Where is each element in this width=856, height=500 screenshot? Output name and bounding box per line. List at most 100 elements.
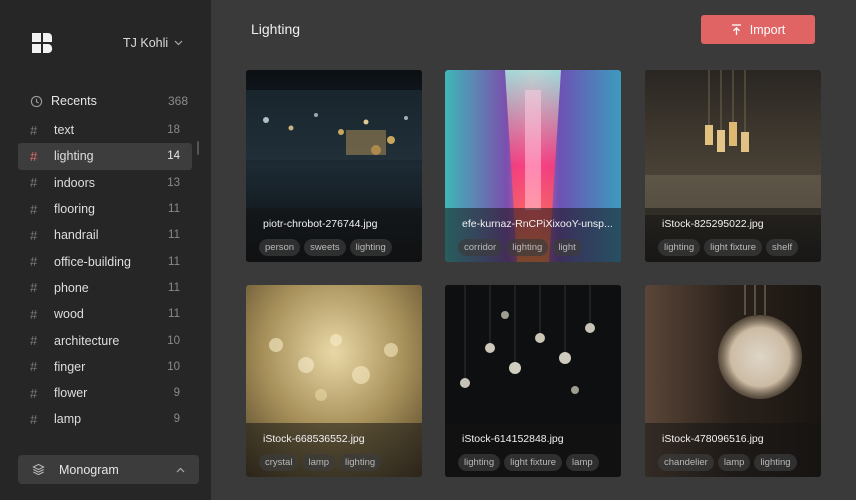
sidebar-item-count: 10 — [167, 334, 180, 347]
sidebar-item-office-building[interactable]: # office-building 11 — [18, 248, 192, 274]
sidebar-item-label: phone — [54, 280, 89, 295]
sidebar-item-phone[interactable]: # phone 11 — [18, 275, 192, 301]
clock-icon — [30, 95, 43, 107]
recents-count: 368 — [167, 94, 188, 108]
card-filename: piotr-chrobot-276744.jpg — [263, 218, 378, 230]
sidebar-item-wood[interactable]: # wood 11 — [18, 301, 192, 327]
card-filename: iStock-825295022.jpg — [662, 218, 764, 230]
tag-list: # text 18 # lighting 14 # indoors 13 # f… — [18, 117, 192, 433]
user-menu[interactable]: TJ Kohli — [123, 36, 183, 50]
sidebar-item-handrail[interactable]: # handrail 11 — [18, 222, 192, 248]
tag-chip[interactable]: corridor — [458, 239, 503, 256]
sidebar-item-text[interactable]: # text 18 — [18, 117, 192, 143]
chevron-down-icon — [174, 40, 183, 46]
image-card[interactable]: iStock-668536552.jpg crystal lamp lighti… — [246, 285, 422, 477]
card-filename: efe-kurnaz-RnCPiXixooY-unsp... — [462, 218, 613, 230]
sidebar-item-lamp[interactable]: # lamp 9 — [18, 406, 192, 432]
sidebar-item-lighting[interactable]: # lighting 14 — [18, 143, 192, 170]
sidebar-item-count: 14 — [167, 150, 180, 163]
sidebar-item-label: architecture — [54, 333, 120, 348]
tag-chip[interactable]: sweets — [304, 239, 346, 256]
card-tags: chandelier lamp lighting — [658, 454, 818, 471]
sidebar-item-flooring[interactable]: # flooring 11 — [18, 196, 192, 222]
sidebar-item-count: 11 — [168, 229, 180, 242]
image-card[interactable]: iStock-478096516.jpg chandelier lamp lig… — [645, 285, 821, 477]
app-logo-icon[interactable] — [30, 31, 54, 55]
sidebar-item-flower[interactable]: # flower 9 — [18, 380, 192, 406]
sidebar-item-label: indoors — [54, 175, 95, 190]
tag-chip[interactable]: light fixture — [504, 454, 563, 471]
sidebar-item-count: 9 — [173, 387, 180, 400]
sidebar: TJ Kohli Recents 368 # text 18 # lightin… — [0, 0, 211, 500]
sidebar-item-finger[interactable]: # finger 10 — [18, 354, 192, 380]
card-filename: iStock-614152848.jpg — [462, 433, 564, 445]
import-label: Import — [749, 22, 786, 37]
hash-icon: # — [30, 306, 38, 322]
upload-icon — [731, 23, 741, 35]
card-tags: corridor lighting light — [458, 239, 618, 256]
tag-chip[interactable]: crystal — [259, 454, 299, 471]
hash-icon: # — [30, 122, 38, 138]
page-title: Lighting — [251, 21, 301, 37]
image-card[interactable]: iStock-614152848.jpg lighting light fixt… — [445, 285, 621, 477]
image-card[interactable]: iStock-825295022.jpg lighting light fixt… — [645, 70, 821, 262]
sidebar-item-count: 18 — [167, 124, 180, 137]
sidebar-item-label: office-building — [54, 254, 131, 269]
user-name: TJ Kohli — [123, 36, 169, 50]
recents-label: Recents — [51, 94, 97, 108]
tag-chip[interactable]: lamp — [566, 454, 599, 471]
hash-icon: # — [30, 280, 38, 296]
tag-chip[interactable]: lighting — [754, 454, 797, 471]
hash-icon: # — [30, 333, 38, 349]
image-card[interactable]: piotr-chrobot-276744.jpg person sweets l… — [246, 70, 422, 262]
import-button[interactable]: Import — [701, 15, 815, 44]
card-filename: iStock-668536552.jpg — [263, 433, 365, 445]
tag-chip[interactable]: lighting — [458, 454, 501, 471]
tag-chip[interactable]: chandelier — [658, 454, 714, 471]
sidebar-item-indoors[interactable]: # indoors 13 — [18, 170, 192, 196]
sidebar-item-label: wood — [54, 307, 84, 322]
hash-icon: # — [30, 254, 38, 270]
sidebar-item-label: text — [54, 123, 75, 138]
sidebar-item-recents[interactable]: Recents 368 — [30, 92, 188, 110]
hash-icon: # — [30, 148, 38, 164]
card-tags: crystal lamp lighting — [259, 454, 419, 471]
card-tags: lighting light fixture lamp — [458, 454, 618, 471]
tag-chip[interactable]: lighting — [339, 454, 382, 471]
library-label: Monogram — [59, 462, 119, 477]
sidebar-item-label: handrail — [54, 228, 99, 243]
image-card[interactable]: efe-kurnaz-RnCPiXixooY-unsp... corridor … — [445, 70, 621, 262]
sidebar-item-label: flower — [54, 386, 88, 401]
sidebar-item-count: 11 — [168, 255, 180, 268]
layers-icon — [32, 463, 45, 476]
tag-chip[interactable]: lighting — [506, 239, 549, 256]
hash-icon: # — [30, 359, 38, 375]
tag-chip[interactable]: light fixture — [704, 239, 763, 256]
chevron-up-icon — [176, 467, 185, 472]
hash-icon: # — [30, 175, 38, 191]
sidebar-item-count: 10 — [167, 360, 180, 373]
sidebar-item-count: 11 — [168, 281, 180, 294]
sidebar-item-label: finger — [54, 359, 86, 374]
card-tags: lighting light fixture shelf — [658, 239, 818, 256]
tag-chip[interactable]: shelf — [766, 239, 799, 256]
sidebar-item-architecture[interactable]: # architecture 10 — [18, 327, 192, 353]
sidebar-scrollbar[interactable] — [197, 141, 199, 155]
tag-chip[interactable]: lamp — [717, 454, 751, 471]
hash-icon: # — [30, 411, 38, 427]
library-switcher[interactable]: Monogram — [18, 455, 199, 484]
hash-icon: # — [30, 385, 38, 401]
sidebar-item-count: 13 — [167, 176, 180, 189]
card-filename: iStock-478096516.jpg — [662, 433, 764, 445]
tag-chip[interactable]: person — [259, 239, 301, 256]
tag-chip[interactable]: lighting — [349, 239, 392, 256]
sidebar-item-count: 9 — [173, 413, 180, 426]
tag-chip[interactable]: lighting — [658, 239, 701, 256]
tag-chip[interactable]: light — [552, 239, 582, 256]
card-tags: person sweets lighting — [259, 239, 419, 256]
sidebar-item-label: lighting — [54, 149, 94, 164]
sidebar-item-count: 11 — [168, 308, 180, 321]
sidebar-item-count: 11 — [168, 203, 180, 216]
sidebar-item-label: flooring — [54, 202, 95, 217]
tag-chip[interactable]: lamp — [302, 454, 336, 471]
